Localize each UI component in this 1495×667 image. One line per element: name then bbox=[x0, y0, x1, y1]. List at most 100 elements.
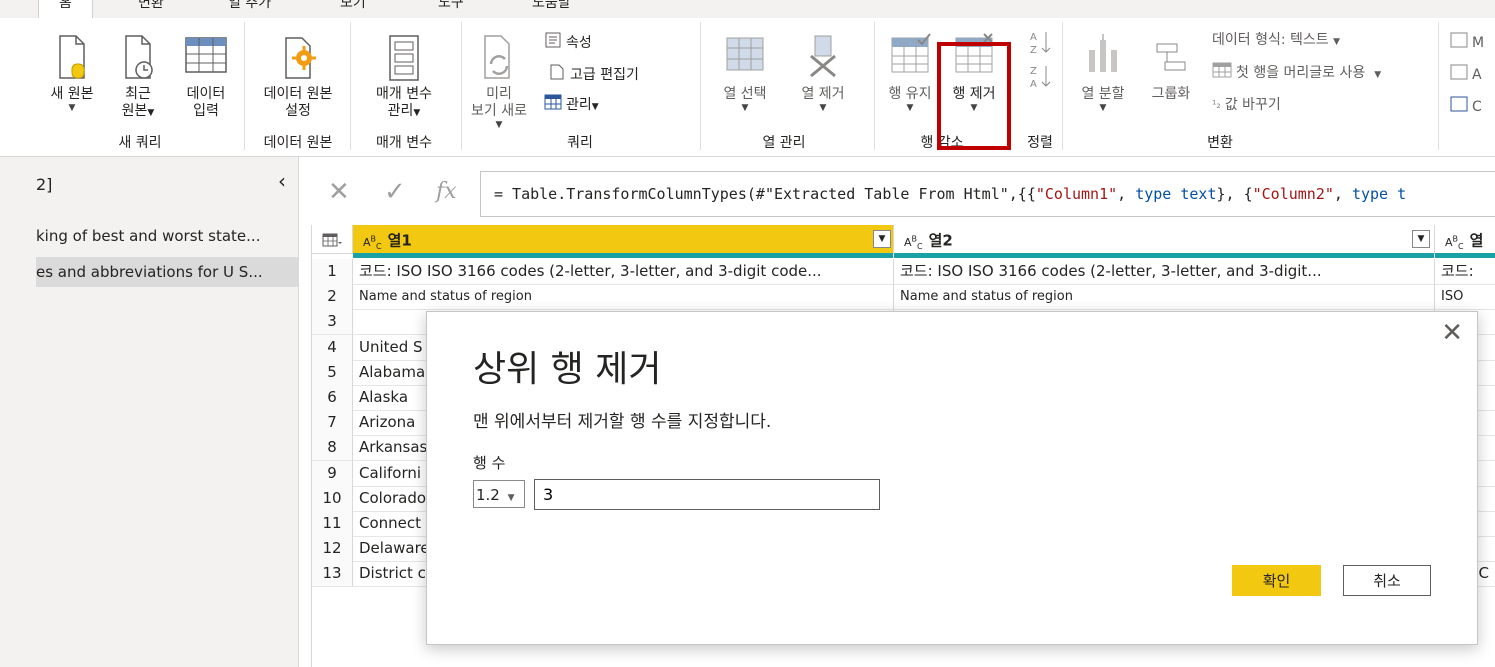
table-cell[interactable]: 코드: ISO ISO 3166 codes (2-letter, 3-lett… bbox=[353, 259, 894, 285]
group-sort-label: 정렬 bbox=[1027, 135, 1053, 151]
ribbon-divider bbox=[244, 22, 245, 150]
sort-descending-button[interactable]: ZA bbox=[1026, 62, 1054, 97]
table-cell[interactable]: 코드: bbox=[1435, 259, 1495, 285]
table-cell[interactable]: ISO bbox=[1435, 284, 1495, 310]
remove-columns-button[interactable]: 열 제거 ▼ bbox=[790, 32, 856, 113]
row-number: 13 bbox=[312, 561, 353, 587]
column-header-3[interactable]: ABC 열 bbox=[1435, 225, 1495, 254]
tab-help[interactable]: 도움말 bbox=[512, 0, 591, 18]
table-menu-icon[interactable] bbox=[312, 225, 353, 254]
chevron-down-icon: ▼ bbox=[507, 493, 515, 503]
recent-source-icon bbox=[125, 35, 153, 79]
value-type-dropdown[interactable]: 1.2 ▼ bbox=[473, 480, 525, 508]
table-cell[interactable]: Name and status of region bbox=[894, 284, 1435, 310]
query-item-selected[interactable]: es and abbreviations for U S... bbox=[36, 257, 298, 287]
query-item[interactable]: king of best and worst state... bbox=[36, 221, 298, 251]
combine-files-button[interactable]: C bbox=[1450, 96, 1482, 118]
tab-tools[interactable]: 도구 bbox=[418, 0, 484, 18]
table-cell[interactable]: Name and status of region bbox=[353, 284, 894, 310]
data-source-settings-button[interactable]: 데이터 원본 설정 bbox=[250, 32, 346, 120]
row-number: 1 bbox=[312, 259, 353, 285]
data-source-settings-icon bbox=[285, 37, 316, 79]
row-number: 11 bbox=[312, 511, 353, 537]
row-number: 5 bbox=[312, 360, 353, 386]
properties-label: 속성 bbox=[566, 35, 592, 51]
tab-transform[interactable]: 변환 bbox=[118, 0, 184, 18]
row-number: 9 bbox=[312, 461, 353, 487]
replace-values-label: 값 바꾸기 bbox=[1224, 97, 1281, 113]
properties-icon bbox=[544, 31, 562, 55]
enter-data-label-1: 데이터 bbox=[186, 86, 226, 102]
keep-rows-button[interactable]: 행 유지 ▼ bbox=[880, 32, 940, 113]
dialog-description: 맨 위에서부터 제거할 행 수를 지정합니다. bbox=[473, 412, 772, 432]
formula-text: "Extracted Table From Html" bbox=[764, 185, 1009, 203]
chevron-down-icon: ▼ bbox=[1099, 103, 1107, 113]
column-header-label: 열2 bbox=[928, 231, 953, 250]
ribbon-divider bbox=[350, 22, 351, 150]
merge-queries-button[interactable]: M bbox=[1450, 32, 1484, 54]
manage-button[interactable]: 관리▼ bbox=[544, 94, 599, 117]
recent-source-button[interactable]: 최근 원본▼ bbox=[108, 32, 168, 122]
text-type-icon[interactable]: ABC bbox=[1445, 234, 1464, 251]
group-by-label: 그룹화 bbox=[1151, 86, 1191, 102]
replace-values-icon: ¹₂ bbox=[1212, 98, 1221, 111]
ribbon-tabs: 홈 변환 열 추가 보기 도구 도움말 bbox=[0, 0, 1495, 18]
text-type-icon[interactable]: ABC bbox=[363, 234, 382, 251]
confirm-formula-icon[interactable]: ✓ bbox=[384, 177, 406, 207]
tab-home[interactable]: 홈 bbox=[38, 0, 93, 18]
append-icon bbox=[1450, 64, 1468, 86]
group-manage-columns-label: 열 관리 bbox=[762, 135, 806, 151]
group-by-button[interactable]: 그룹화 bbox=[1142, 32, 1200, 103]
data-source-settings-label-1: 데이터 원본 bbox=[263, 86, 333, 102]
fx-icon[interactable]: fx bbox=[436, 179, 457, 204]
advanced-editor-button[interactable]: 고급 편집기 bbox=[548, 63, 639, 87]
replace-values-button[interactable]: ¹₂ 값 바꾸기 bbox=[1212, 95, 1281, 115]
close-icon[interactable]: ✕ bbox=[1441, 320, 1463, 346]
remove-top-rows-dialog: ✕ 상위 행 제거 맨 위에서부터 제거할 행 수를 지정합니다. 행 수 1.… bbox=[426, 311, 1478, 645]
collapse-pane-icon[interactable]: ‹ bbox=[278, 169, 286, 193]
enter-data-button[interactable]: 데이터 입력 bbox=[176, 32, 236, 120]
group-data-source-label: 데이터 원본 bbox=[263, 135, 333, 151]
formula-text: , bbox=[1333, 185, 1352, 203]
row-number: 8 bbox=[312, 435, 353, 461]
tab-view[interactable]: 보기 bbox=[320, 0, 386, 18]
row-count-input[interactable] bbox=[534, 479, 880, 510]
split-column-button[interactable]: 열 분할 ▼ bbox=[1072, 32, 1134, 113]
data-type-dropdown[interactable]: 데이터 형식: 텍스트 ▼ bbox=[1212, 30, 1340, 52]
group-new-query-label: 새 쿼리 bbox=[118, 135, 162, 151]
manage-parameters-label-2: 관리 bbox=[387, 103, 414, 119]
svg-text:Z: Z bbox=[1030, 45, 1037, 56]
cancel-button[interactable]: 취소 bbox=[1343, 565, 1431, 596]
manage-parameters-button[interactable]: 매개 변수 관리▼ bbox=[360, 32, 448, 122]
svg-text:Z: Z bbox=[1030, 66, 1037, 77]
combine-label: C bbox=[1472, 99, 1482, 115]
refresh-preview-label-1: 미리 bbox=[486, 86, 512, 102]
split-column-icon bbox=[1089, 34, 1117, 72]
append-queries-button[interactable]: A bbox=[1450, 64, 1482, 86]
tab-add-column[interactable]: 열 추가 bbox=[208, 0, 291, 18]
group-query-label: 쿼리 bbox=[567, 135, 593, 151]
choose-columns-button[interactable]: 열 선택 ▼ bbox=[712, 32, 778, 113]
svg-text:A: A bbox=[1030, 79, 1037, 90]
use-first-row-button[interactable]: 첫 행을 머리글로 사용 ▼ bbox=[1212, 62, 1381, 85]
advanced-editor-label: 고급 편집기 bbox=[570, 67, 639, 83]
remove-columns-label: 열 제거 bbox=[801, 86, 845, 102]
refresh-preview-label-2: 보기 새로 bbox=[471, 103, 527, 119]
properties-button[interactable]: 속성 bbox=[544, 31, 592, 55]
column-filter-button[interactable]: ▼ bbox=[1412, 230, 1430, 248]
table-cell[interactable]: 코드: ISO ISO 3166 codes (2-letter, 3-lett… bbox=[894, 259, 1435, 285]
column-filter-button[interactable]: ▼ bbox=[873, 230, 891, 248]
ok-button[interactable]: 확인 bbox=[1232, 565, 1321, 596]
remove-columns-icon bbox=[810, 35, 836, 78]
sort-ascending-button[interactable]: AZ bbox=[1026, 28, 1054, 63]
row-number: 4 bbox=[312, 335, 353, 361]
refresh-preview-button[interactable]: 미리 보기 새로 ▼ bbox=[464, 32, 534, 130]
column-header-2[interactable]: ABC 열2 ▼ bbox=[894, 225, 1435, 254]
formula-input[interactable]: = Table.TransformColumnTypes(#"Extracted… bbox=[480, 171, 1495, 217]
formula-keyword: type text bbox=[1135, 185, 1217, 203]
column-header-1[interactable]: ABC 열1 ▼ bbox=[353, 225, 894, 254]
new-source-button[interactable]: 새 원본 ▼ bbox=[42, 32, 102, 113]
chevron-down-icon: ▼ bbox=[906, 103, 914, 113]
text-type-icon[interactable]: ABC bbox=[904, 234, 923, 251]
cancel-formula-icon[interactable]: ✕ bbox=[328, 177, 350, 207]
